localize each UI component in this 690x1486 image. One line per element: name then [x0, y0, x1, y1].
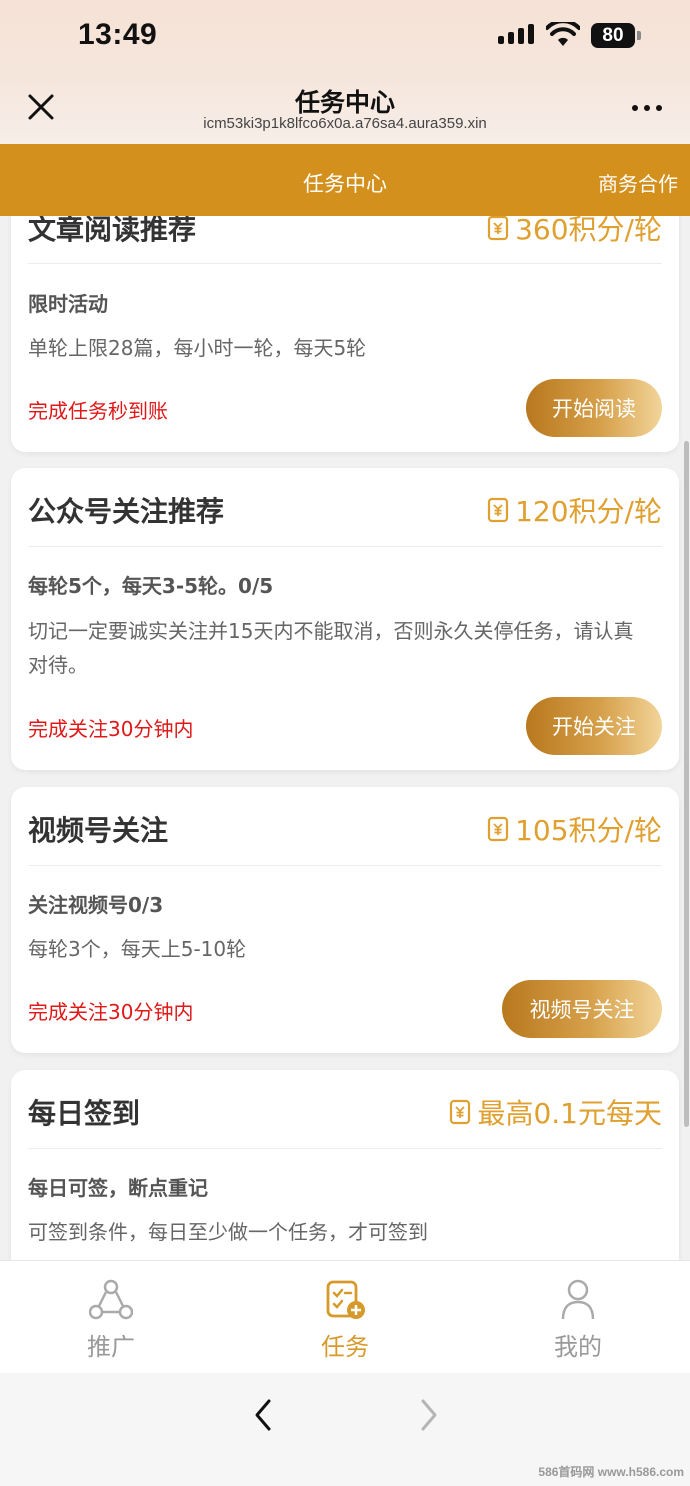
nav-label: 推广 [87, 1333, 135, 1361]
coin-icon [488, 497, 509, 523]
card-divider [28, 865, 662, 866]
wifi-icon [546, 22, 580, 46]
task-card-video-account: 视频号关注 105积分/轮 关注视频号0/3 每轮3个，每天上5-10轮 完成关… [11, 787, 679, 1053]
person-icon [561, 1279, 595, 1320]
business-cooperation-link[interactable]: 商务合作 [598, 168, 678, 197]
task-card-official-account: 公众号关注推荐 120积分/轮 每轮5个，每天3-5轮。0/5 切记一定要诚实关… [11, 468, 679, 770]
browser-toolbar: 586首码网 www.h586.com [0, 1373, 690, 1486]
watermark: 586首码网 www.h586.com [538, 1465, 684, 1479]
task-points-label: 120积分/轮 [515, 495, 662, 528]
app-frame: 13:49 80 任务中心 icm53ki3p1k8lfco6x0a.a76sa… [0, 0, 690, 1486]
task-points: 120积分/轮 [487, 490, 662, 530]
task-points-label: 360积分/轮 [515, 216, 662, 246]
card-divider [28, 1148, 662, 1149]
nav-item-mine[interactable]: 我的 [518, 1279, 638, 1362]
browser-url: icm53ki3p1k8lfco6x0a.a76sa4.aura359.xin [203, 115, 487, 132]
more-options-icon[interactable] [632, 105, 662, 111]
task-subtitle: 关注视频号0/3 [28, 893, 164, 917]
bottom-nav: 推广 任务 我的 [0, 1260, 690, 1373]
coin-icon [488, 216, 509, 241]
task-points: 360积分/轮 [487, 216, 662, 248]
battery-icon: 80 [591, 23, 635, 48]
video-follow-button[interactable]: 视频号关注 [502, 980, 662, 1038]
task-points: 最高0.1元每天 [449, 1092, 662, 1132]
task-add-icon [326, 1280, 365, 1319]
coin-icon [488, 816, 509, 842]
app-title: 任务中心 [303, 172, 387, 196]
scrollbar-thumb[interactable] [684, 441, 689, 1127]
task-card-daily-checkin: 每日签到 最高0.1元每天 每日可签，断点重记 可签到条件，每日至少做一个任务，… [11, 1070, 679, 1260]
task-note: 完成关注30分钟内 [28, 717, 194, 741]
task-title: 公众号关注推荐 [28, 495, 225, 528]
card-divider [28, 546, 662, 547]
nav-label: 我的 [554, 1333, 602, 1361]
task-note: 完成任务秒到账 [28, 399, 168, 423]
task-title: 每日签到 [28, 1097, 141, 1130]
battery-level: 80 [602, 24, 624, 46]
forward-arrow-icon[interactable] [418, 1398, 440, 1432]
task-card-article-reading: 文章阅读推荐 360积分/轮 限时活动 单轮上限28篇，每小时一轮，每天5轮 完… [11, 216, 679, 452]
task-description: 每轮3个，每天上5-10轮 [28, 937, 247, 961]
share-nodes-icon [89, 1279, 133, 1320]
task-description: 单轮上限28篇，每小时一轮，每天5轮 [28, 336, 367, 360]
status-time: 13:49 [78, 18, 158, 51]
browser-header: 任务中心 icm53ki3p1k8lfco6x0a.a76sa4.aura359… [0, 75, 690, 144]
browser-title: 任务中心 [294, 88, 395, 117]
battery-tip [637, 31, 641, 40]
nav-item-tasks[interactable]: 任务 [285, 1279, 405, 1362]
task-list[interactable]: 文章阅读推荐 360积分/轮 限时活动 单轮上限28篇，每小时一轮，每天5轮 完… [0, 216, 690, 1260]
status-bar: 13:49 80 [0, 0, 690, 75]
cellular-signal-icon [498, 24, 534, 44]
start-reading-button[interactable]: 开始阅读 [526, 379, 662, 437]
task-note: 完成关注30分钟内 [28, 1000, 194, 1024]
nav-label: 任务 [321, 1333, 369, 1361]
task-title: 文章阅读推荐 [28, 216, 197, 246]
task-points-label: 105积分/轮 [515, 814, 662, 847]
task-subtitle: 限时活动 [28, 292, 108, 316]
task-points: 105积分/轮 [487, 809, 662, 849]
start-follow-button[interactable]: 开始关注 [526, 697, 662, 755]
coin-icon [450, 1099, 471, 1125]
task-title: 视频号关注 [28, 814, 169, 847]
task-description: 可签到条件，每日至少做一个任务，才可签到 [28, 1220, 428, 1244]
nav-item-promote[interactable]: 推广 [51, 1279, 171, 1362]
task-subtitle: 每轮5个，每天3-5轮。0/5 [28, 574, 274, 598]
task-points-label: 最高0.1元每天 [477, 1097, 662, 1130]
task-description: 切记一定要诚实关注并15天内不能取消，否则永久关停任务，请认真对待。 [28, 619, 634, 677]
task-subtitle: 每日可签，断点重记 [28, 1176, 208, 1200]
card-divider [28, 263, 662, 264]
app-header: 任务中心 商务合作 [0, 144, 690, 216]
back-arrow-icon[interactable] [252, 1398, 274, 1432]
